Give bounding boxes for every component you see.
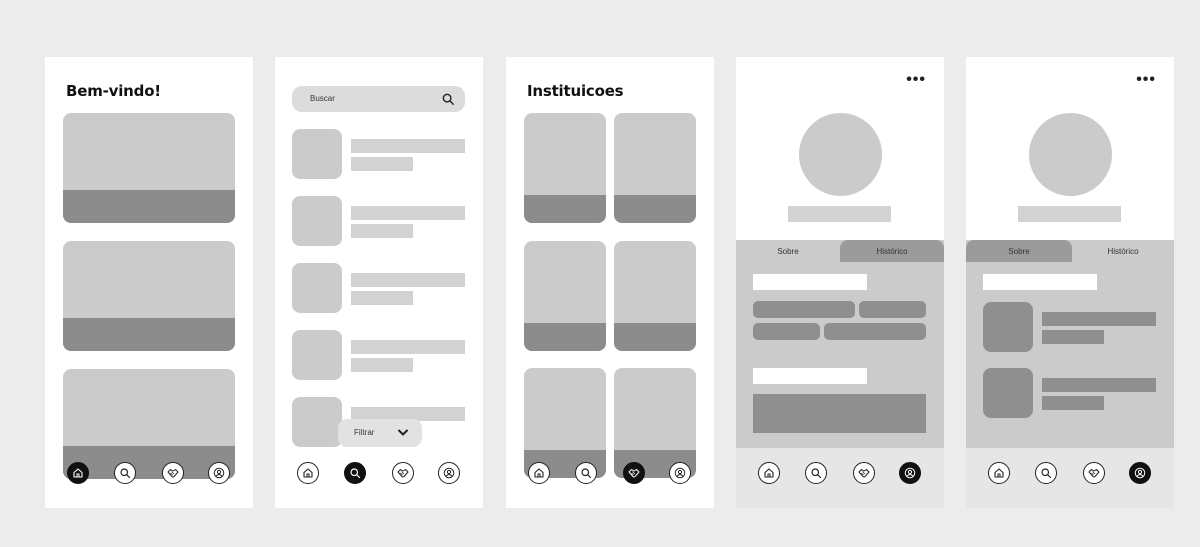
filter-label: Filtrar (354, 428, 375, 437)
history-item-title (1042, 378, 1156, 392)
home-icon[interactable] (528, 462, 550, 484)
list-item-subtitle (351, 358, 413, 372)
bottom-nav (45, 448, 253, 508)
search-icon[interactable] (1035, 462, 1057, 484)
list-item-subtitle (351, 291, 413, 305)
tab-history[interactable]: Histórico (1072, 240, 1174, 262)
list-item-thumb[interactable] (292, 330, 342, 380)
handshake-icon[interactable] (623, 462, 645, 484)
list-item-thumb[interactable] (292, 196, 342, 246)
list-item-thumb[interactable] (292, 397, 342, 447)
avatar (799, 113, 882, 196)
user-icon[interactable] (208, 462, 230, 484)
avatar (1029, 113, 1112, 196)
more-menu-icon[interactable]: ••• (1136, 72, 1156, 88)
profile-name (1018, 206, 1121, 222)
institution-card[interactable] (524, 113, 606, 223)
tab-about[interactable]: Sobre (966, 240, 1072, 262)
chevron-down-icon (398, 429, 408, 436)
tab-history[interactable]: Histórico (840, 240, 944, 262)
home-icon[interactable] (988, 462, 1010, 484)
page-title: Bem-vindo! (66, 82, 161, 100)
bottom-nav (506, 448, 714, 508)
tag-chip[interactable] (859, 301, 926, 318)
institution-card[interactable] (524, 241, 606, 351)
history-item-title (1042, 312, 1156, 326)
list-item-subtitle (351, 224, 413, 238)
history-item-subtitle (1042, 330, 1104, 344)
tag-chip[interactable] (824, 323, 926, 340)
tag-chip[interactable] (753, 323, 820, 340)
user-icon[interactable] (1129, 462, 1151, 484)
filter-button[interactable]: Filtrar (338, 419, 422, 447)
featured-card[interactable] (63, 241, 235, 351)
section-heading (983, 274, 1097, 290)
search-screen: Buscar Filtrar (275, 57, 483, 508)
search-placeholder: Buscar (310, 94, 335, 103)
search-icon[interactable] (441, 92, 455, 106)
more-menu-icon[interactable]: ••• (906, 72, 926, 88)
list-item-title (351, 340, 465, 354)
search-input[interactable]: Buscar (292, 86, 465, 112)
profile-history-screen: ••• Sobre Histórico (966, 57, 1174, 508)
bottom-nav (966, 448, 1174, 508)
history-item-subtitle (1042, 396, 1104, 410)
institution-card[interactable] (614, 113, 696, 223)
institution-card[interactable] (614, 241, 696, 351)
institutions-screen: Instituicoes (506, 57, 714, 508)
featured-card[interactable] (63, 113, 235, 223)
list-item-subtitle (351, 157, 413, 171)
profile-about-screen: ••• Sobre Histórico (736, 57, 944, 508)
handshake-icon[interactable] (392, 462, 414, 484)
home-screen: Bem-vindo! (45, 57, 253, 508)
profile-name (788, 206, 891, 222)
home-icon[interactable] (758, 462, 780, 484)
list-item-title (351, 206, 465, 220)
user-icon[interactable] (438, 462, 460, 484)
section-heading (753, 274, 867, 290)
description-block (753, 394, 926, 433)
page-title: Instituicoes (527, 82, 624, 100)
history-item-thumb[interactable] (983, 302, 1033, 352)
bottom-nav (736, 448, 944, 508)
list-item-title (351, 139, 465, 153)
home-icon[interactable] (67, 462, 89, 484)
user-icon[interactable] (669, 462, 691, 484)
tag-chip[interactable] (753, 301, 855, 318)
user-icon[interactable] (899, 462, 921, 484)
handshake-icon[interactable] (853, 462, 875, 484)
handshake-icon[interactable] (162, 462, 184, 484)
search-icon[interactable] (805, 462, 827, 484)
search-icon[interactable] (114, 462, 136, 484)
tab-about[interactable]: Sobre (736, 240, 840, 262)
section-heading (753, 368, 867, 384)
search-icon[interactable] (575, 462, 597, 484)
history-item-thumb[interactable] (983, 368, 1033, 418)
handshake-icon[interactable] (1083, 462, 1105, 484)
home-icon[interactable] (297, 462, 319, 484)
list-item-thumb[interactable] (292, 129, 342, 179)
bottom-nav (275, 448, 483, 508)
search-icon[interactable] (344, 462, 366, 484)
list-item-thumb[interactable] (292, 263, 342, 313)
list-item-title (351, 273, 465, 287)
